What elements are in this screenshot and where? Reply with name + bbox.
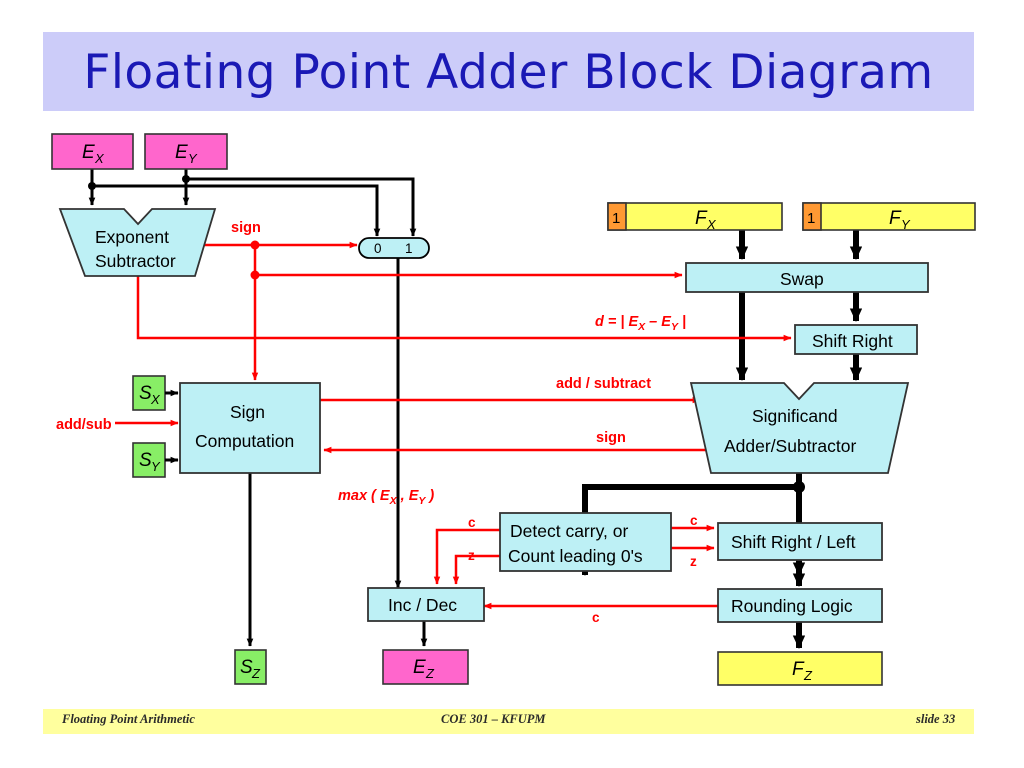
exponent-subtractor-line1: Exponent <box>95 227 169 247</box>
shift-right-left-label: Shift Right / Left <box>731 532 856 552</box>
max-exponent-label: max ( EX , EY ) <box>338 488 434 507</box>
footer-left-text: Floating Point Arithmetic <box>62 712 195 726</box>
sign-signal-label: sign <box>231 220 261 236</box>
fraction-z-box: F Z <box>717 651 883 686</box>
rounding-logic-label: Rounding Logic <box>731 596 853 616</box>
detect-carry-line2: Count leading 0's <box>508 546 643 566</box>
exponent-y-sub: Y <box>188 151 198 166</box>
shift-right-left-block[interactable]: Shift Right / Left <box>717 522 883 561</box>
svg-text:max ( EX , EY ): max ( EX , EY ) <box>338 488 434 507</box>
carry-left-label: c <box>468 515 476 530</box>
detect-carry-line1: Detect carry, or <box>510 521 628 541</box>
mux-input-1-label: 1 <box>405 241 413 256</box>
fraction-x-sub: X <box>706 217 717 232</box>
sign-x-sub: X <box>150 392 161 407</box>
fraction-z-sub: Z <box>803 668 813 683</box>
slide-canvas: Floating Point Adder Block Diagram E X E… <box>0 0 1024 768</box>
carry-round-label: c <box>592 610 600 625</box>
fraction-x-hidden-bit: 1 <box>612 210 620 227</box>
difference-signal-label: d = | EX – EY | <box>595 314 686 333</box>
sign-y-sub: Y <box>151 459 161 474</box>
add-sub-input-label: add/sub <box>56 417 112 433</box>
shift-right-block[interactable]: Shift Right <box>794 324 918 355</box>
sign-to-adder-label: sign <box>596 430 626 446</box>
detect-carry-block[interactable]: Detect carry, or Count leading 0's <box>499 512 672 572</box>
rounding-logic-block[interactable]: Rounding Logic <box>717 588 883 623</box>
exponent-mux[interactable]: 0 1 <box>358 237 430 259</box>
significand-adder-line2: Adder/Subtractor <box>724 436 856 456</box>
svg-text:d = | EX – EY |: d = | EX – EY | <box>595 314 686 333</box>
exponent-z-box: E Z <box>382 649 469 685</box>
sign-y-box: S Y <box>132 442 179 478</box>
difference-text: d = | E <box>595 314 639 330</box>
sign-z-sub: Z <box>251 666 261 681</box>
block-diagram: E X E Y S X S Y 1 F X 1 F Y Exponent Sub… <box>51 133 976 686</box>
zero-right-label: z <box>690 554 697 569</box>
max-text: max ( E <box>338 488 391 504</box>
max-mid: , E <box>397 488 420 504</box>
exponent-x-sub: X <box>94 151 105 166</box>
inc-dec-label: Inc / Dec <box>388 595 457 615</box>
footer-center-text: COE 301 – KFUPM <box>441 712 546 726</box>
add-subtract-signal-label: add / subtract <box>556 376 651 392</box>
difference-mid: – E <box>645 314 672 330</box>
footer-right-text: slide 33 <box>916 712 956 726</box>
max-end: ) <box>425 488 434 504</box>
exponent-y-label: E <box>175 142 188 163</box>
fraction-y-box: 1 F Y <box>802 202 976 232</box>
exponent-z-label: E <box>413 657 426 678</box>
fraction-y-hidden-bit: 1 <box>807 210 815 227</box>
significand-adder-line1: Significand <box>752 406 838 426</box>
swap-block[interactable]: Swap <box>685 262 929 293</box>
sign-x-box: S X <box>132 375 179 411</box>
sign-computation-block[interactable]: Sign Computation <box>179 382 321 474</box>
swap-label: Swap <box>780 269 824 289</box>
exponent-x-label: E <box>82 142 95 163</box>
carry-right-label: c <box>690 513 698 528</box>
mux-input-0-label: 0 <box>374 241 382 256</box>
zero-left-label: z <box>468 548 475 563</box>
difference-end: | <box>678 314 686 330</box>
fraction-y-sub: Y <box>901 217 911 232</box>
shift-right-label: Shift Right <box>812 331 893 351</box>
exponent-z-sub: Z <box>425 666 435 681</box>
fraction-x-box: 1 F X <box>607 202 783 232</box>
sign-computation-line2: Computation <box>195 431 294 451</box>
exponent-x-box: E X <box>51 133 134 170</box>
sign-z-box: S Z <box>234 649 267 685</box>
exponent-subtractor-block[interactable]: Exponent Subtractor <box>58 208 217 277</box>
exponent-subtractor-line2: Subtractor <box>95 251 176 271</box>
sign-computation-line1: Sign <box>230 402 265 422</box>
inc-dec-block[interactable]: Inc / Dec <box>367 587 485 622</box>
significand-adder-block[interactable]: Significand Adder/Subtractor <box>689 382 910 474</box>
exponent-y-box: E Y <box>144 133 228 170</box>
